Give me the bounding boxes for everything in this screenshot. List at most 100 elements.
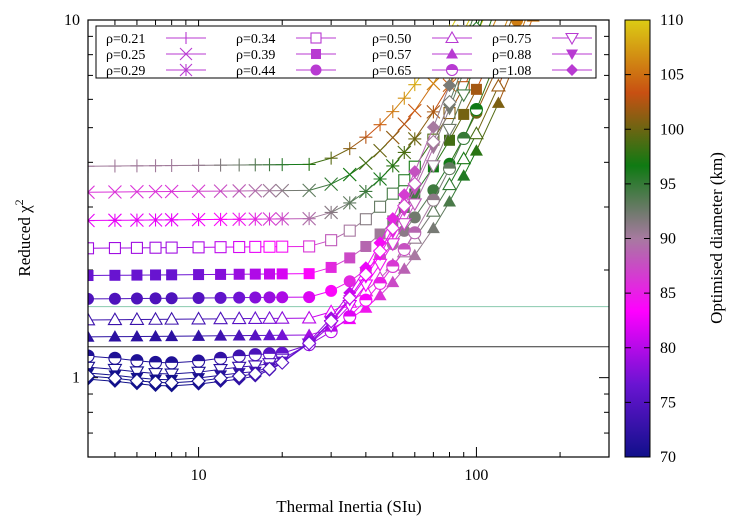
legend-label: ρ=0.57 (372, 48, 411, 63)
data-point (302, 211, 317, 226)
data-point (397, 262, 411, 274)
data-point (374, 200, 387, 213)
data-point (192, 158, 206, 172)
data-point (527, 0, 540, 5)
data-point (148, 355, 163, 369)
data-point (264, 268, 276, 280)
data-point (107, 312, 123, 326)
data-point (385, 159, 400, 173)
data-point (262, 212, 277, 226)
data-point (130, 159, 144, 173)
data-point (130, 213, 144, 228)
data-point (150, 269, 162, 281)
series-line (476, 0, 498, 6)
data-point (275, 328, 289, 341)
data-point (108, 159, 122, 173)
legend-label: ρ=0.50 (372, 32, 411, 47)
colorbar-tick-label: 70 (660, 449, 676, 466)
data-point (233, 268, 245, 280)
x-axis-label: Thermal Inertia (SIu) (276, 497, 421, 516)
x-tick-label: 10 (191, 467, 207, 484)
data-point (131, 269, 143, 281)
data-point (426, 221, 440, 234)
data-point (148, 311, 163, 325)
data-point (192, 354, 206, 368)
legend-label: ρ=0.34 (236, 32, 275, 47)
data-point (248, 348, 262, 362)
data-point (407, 132, 422, 146)
data-point (191, 212, 206, 227)
data-point (108, 330, 122, 342)
data-point (325, 261, 337, 273)
data-point (192, 329, 206, 341)
series-line (330, 174, 350, 185)
data-point (263, 328, 277, 341)
y-axis-label-superscript: 2 (12, 199, 26, 205)
data-point (385, 130, 400, 145)
data-point (248, 158, 262, 172)
data-point (469, 144, 483, 156)
data-point (232, 158, 246, 172)
data-point (214, 241, 227, 254)
data-point (214, 158, 228, 172)
data-point (359, 213, 372, 226)
data-point (262, 310, 277, 324)
colorbar-tick-label: 110 (660, 12, 683, 29)
data-point (193, 269, 205, 281)
data-point (214, 351, 228, 365)
data-point (325, 234, 338, 247)
series-line (516, 20, 518, 21)
data-point (249, 268, 261, 280)
legend-label: ρ=0.75 (492, 32, 531, 47)
data-point (468, 126, 484, 140)
data-point (108, 213, 122, 228)
data-point (442, 123, 457, 137)
colorbar-tick-label: 90 (660, 231, 676, 248)
legend-label: ρ=0.21 (106, 32, 145, 47)
data-point (263, 158, 276, 172)
data-point (108, 351, 122, 365)
colorbar-tick-label: 75 (660, 394, 676, 411)
data-point (303, 268, 315, 280)
data-point (397, 145, 412, 160)
data-point (191, 311, 207, 325)
data-point (470, 83, 482, 95)
data-point (343, 142, 357, 156)
series-line (464, 0, 477, 5)
data-point (470, 1, 483, 14)
data-point (324, 151, 338, 165)
data-point (276, 240, 289, 253)
data-point (149, 329, 163, 342)
data-point (232, 349, 246, 363)
series-line (414, 83, 434, 111)
legend-label: ρ=0.65 (372, 64, 411, 79)
series-line (403, 84, 416, 99)
data-point (490, 78, 506, 92)
data-point (130, 292, 143, 305)
data-point (324, 205, 339, 220)
data-point (276, 291, 289, 304)
data-point (192, 292, 205, 305)
data-point (512, 0, 523, 3)
colorbar-tick-label: 80 (660, 340, 676, 357)
data-point (149, 241, 162, 254)
data-point (397, 117, 412, 132)
data-point (108, 292, 121, 305)
y-axis-label-main: Reduced χ (15, 205, 34, 277)
data-point (373, 172, 387, 186)
data-point (215, 268, 227, 280)
data-point (302, 157, 316, 171)
data-point (164, 212, 179, 227)
data-point (165, 329, 179, 342)
data-point (358, 184, 373, 199)
data-point (213, 311, 229, 325)
data-point (249, 240, 262, 253)
data-point (214, 329, 228, 341)
legend-label: ρ=0.88 (492, 48, 531, 63)
data-point (408, 211, 421, 224)
series-line (349, 136, 367, 150)
data-point (165, 159, 179, 173)
series-line (475, 20, 480, 29)
x-tick-label: 100 (464, 467, 488, 484)
y-axis-label: Reduced χ2 (12, 199, 34, 276)
